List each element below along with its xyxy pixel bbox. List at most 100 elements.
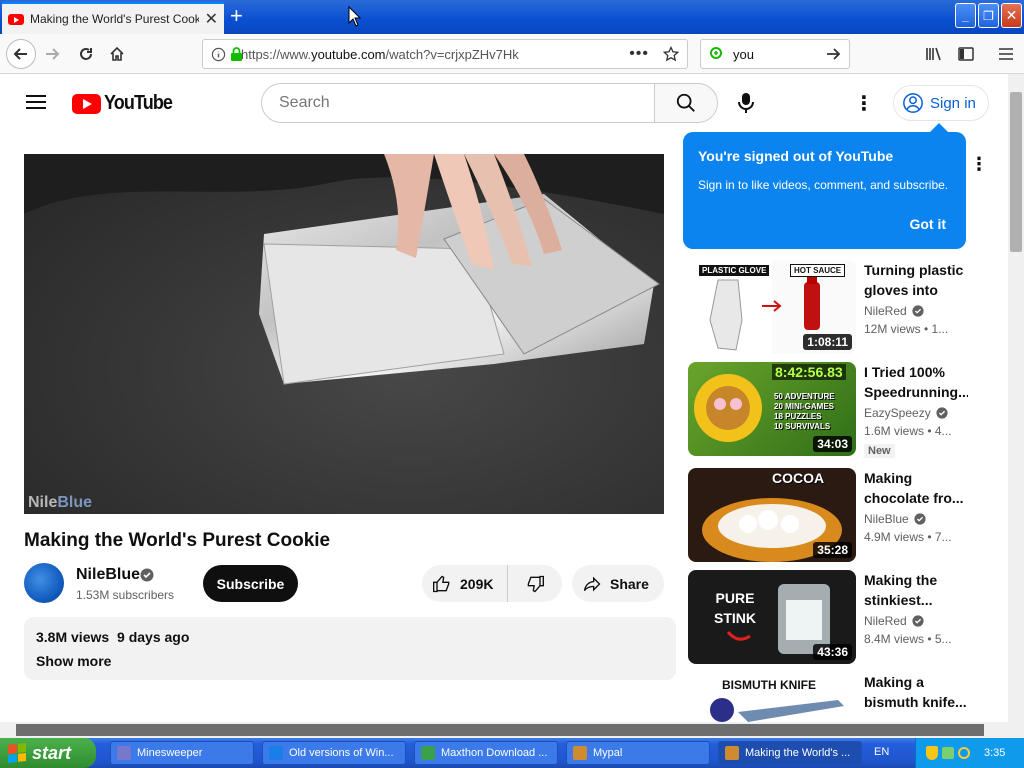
language-indicator[interactable]: EN [874,746,889,758]
subscribe-button[interactable]: Subscribe [203,565,298,602]
related-title[interactable]: Making chocolate fro... [864,468,968,508]
related-video-item[interactable]: PURE STINK 43:36 Making the stinkiest...… [688,570,988,664]
search-engine-icon [710,47,722,59]
library-button[interactable] [922,42,946,66]
share-arrow-icon [583,576,601,591]
video-frame-image [24,154,664,385]
page-vertical-scrollbar[interactable] [1008,74,1024,738]
youtube-search-button[interactable] [654,83,718,123]
related-stats: 1.6M views • 4... [864,424,952,438]
dislike-button[interactable] [508,565,562,602]
browser-search-box[interactable]: you [700,39,850,69]
taskbar-item-old-versions[interactable]: Old versions of Win... [262,741,406,765]
network-icon[interactable] [942,747,954,759]
related-more-icon[interactable]: ⋮ [970,154,988,175]
youtube-play-logo-icon [72,93,101,114]
sign-in-button[interactable]: Sign in [893,85,989,121]
got-it-button[interactable]: Got it [909,216,946,232]
system-tray: 3:35 [915,738,1024,768]
page-horizontal-scrollbar[interactable] [0,722,1008,738]
thumb-label: COCOA [772,470,825,486]
back-button[interactable] [6,39,36,69]
like-dislike-group: 209K [422,565,562,602]
sidebar-toggle-button[interactable] [954,42,978,66]
browser-titlebar: Making the World's Purest Cookie ✕ + _ ❐… [0,0,1024,34]
scrollbar-thumb[interactable] [16,724,984,736]
tab-close-icon[interactable]: ✕ [205,9,218,29]
url-bar[interactable]: https://www.youtube.com/watch?v=crjxpZHv… [202,39,688,69]
download-icon [421,746,435,760]
like-count: 209K [460,575,494,592]
arrow-right-icon [46,48,60,60]
taskbar-item-minesweeper[interactable]: Minesweeper [110,741,254,765]
shield-icon[interactable] [926,746,938,760]
related-thumbnail[interactable]: 8:42:56.83 50 ADVENTURE 20 MINI-GAMES 18… [688,362,856,456]
youtube-logo[interactable]: YouTube [72,92,180,115]
taskbar-item-current-window[interactable]: Making the World's ... [718,741,862,765]
browser-menu-button[interactable] [994,42,1018,66]
related-video-item[interactable]: BISMUTH KNIFE Making a bismuth knife... [688,672,988,722]
video-watermark: NileBlue [28,494,93,511]
page-actions-icon[interactable]: ••• [629,45,649,63]
info-icon[interactable] [211,47,226,62]
related-title[interactable]: Making a bismuth knife... [864,672,968,712]
reload-button[interactable] [74,42,98,66]
video-duration: 35:28 [813,542,852,558]
youtube-header: YouTube ⋮ Sign in [0,74,1008,130]
related-title[interactable]: Turning plastic gloves into ho... [864,260,968,300]
channel-name-link[interactable]: NileBlue [76,566,140,584]
search-tray-icon[interactable] [958,747,970,759]
window-maximize-button[interactable]: ❐ [978,3,999,28]
speedrun-timer: 8:42:56.83 [772,364,846,380]
related-channel[interactable]: NileRed [864,304,924,318]
verified-badge-icon [914,513,926,525]
related-title[interactable]: Making the stinkiest... [864,570,968,610]
description-box[interactable]: 3.8M views 9 days ago Show more [24,617,676,680]
new-tab-button[interactable]: + [230,5,243,27]
thumb-label-right: HOT SAUCE [790,264,846,277]
related-thumbnail[interactable]: PLASTIC GLOVE HOT SAUCE 1:08:11 [688,260,856,354]
related-stats: 4.9M views • 7... [864,530,952,544]
related-title[interactable]: I Tried 100% Speedrunning... [864,362,968,402]
related-video-item[interactable]: COCOA 35:28 Making chocolate fro... Nile… [688,468,988,562]
home-button[interactable] [105,42,129,66]
video-player[interactable]: NileBlue [24,154,664,514]
verified-badge-icon [912,615,924,627]
start-button[interactable]: start [0,738,96,768]
related-channel[interactable]: EazySpeezy [864,406,948,420]
browser-tab-active[interactable]: Making the World's Purest Cookie ✕ [2,2,224,34]
bookmark-star-icon[interactable] [663,46,679,62]
channel-avatar[interactable] [24,563,64,603]
search-go-icon[interactable] [825,46,841,62]
youtube-favicon-icon [8,13,24,25]
video-duration: 43:36 [813,644,852,660]
share-button[interactable]: Share [572,565,664,602]
forward-button[interactable] [40,42,64,66]
related-thumbnail[interactable]: BISMUTH KNIFE [688,672,856,722]
account-circle-icon [903,93,923,113]
window-minimize-button[interactable]: _ [955,3,976,28]
window-close-button[interactable]: ✕ [1001,3,1022,28]
share-label: Share [610,575,649,592]
related-video-item[interactable]: PLASTIC GLOVE HOT SAUCE 1:08:11 Turning … [688,260,988,354]
lock-icon[interactable] [230,47,243,62]
like-button[interactable]: 209K [422,565,509,602]
video-duration: 1:08:11 [803,334,852,350]
related-video-item[interactable]: 8:42:56.83 50 ADVENTURE 20 MINI-GAMES 18… [688,362,988,458]
settings-more-icon[interactable]: ⋮ [852,89,876,117]
taskbar-item-mypal[interactable]: Mypal [566,741,710,765]
clock[interactable]: 3:35 [984,747,1005,759]
thumb-label: BISMUTH KNIFE [722,678,816,692]
thumb-label-left: PLASTIC GLOVE [698,264,771,277]
youtube-search-input[interactable] [261,83,655,123]
related-channel[interactable]: NileBlue [864,512,926,526]
scrollbar-thumb[interactable] [1010,92,1022,252]
taskbar-item-maxthon[interactable]: Maxthon Download ... [414,741,558,765]
minesweeper-icon [117,746,131,760]
related-thumbnail[interactable]: COCOA 35:28 [688,468,856,562]
related-thumbnail[interactable]: PURE STINK 43:36 [688,570,856,664]
guide-menu-icon[interactable] [26,95,46,109]
voice-search-button[interactable] [730,87,762,119]
related-channel[interactable]: NileRed [864,614,924,628]
show-more-link[interactable]: Show more [36,653,664,669]
